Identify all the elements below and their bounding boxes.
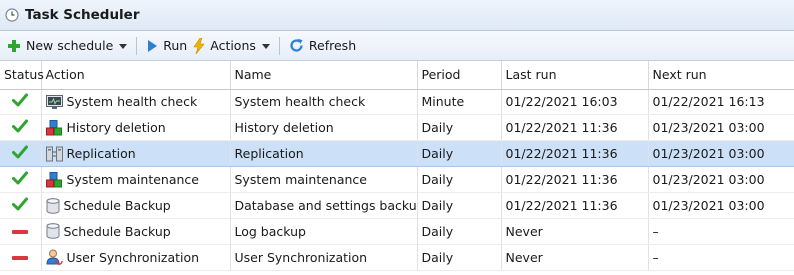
status-cell [0,140,42,168]
actions-button[interactable]: Actions [190,34,273,58]
next-run-cell: – [648,218,794,245]
action-label: System maintenance [66,172,199,188]
next-run-cell: – [648,244,794,271]
action-cell: Replication [41,140,231,168]
checkmark-icon [12,145,29,162]
checkmark-icon [12,119,29,136]
new-schedule-label: New schedule [26,38,114,53]
action-cell: System maintenance [41,166,231,194]
actions-label: Actions [210,38,256,53]
next-run-cell: 01/23/2021 03:00 [648,166,794,194]
action-cell: Schedule Backup [41,192,231,219]
status-cell [0,218,42,245]
title-bar: Task Scheduler [0,0,794,31]
action-cell: System health check [41,89,231,116]
name-cell: History deletion [230,114,418,142]
name-cell: System maintenance [230,166,418,194]
period-cell: Daily [417,244,502,271]
run-button[interactable]: Run [143,34,190,58]
period-cell: Daily [417,166,502,194]
toolbar-separator [278,36,280,55]
last-run-cell: 01/22/2021 11:36 [501,166,649,194]
table-row[interactable]: History deletion History deletion Daily 01/… [0,114,794,142]
checkmark-icon [12,171,29,188]
name-cell: User Synchronization [230,244,418,271]
period-cell: Daily [417,114,502,142]
next-run-cell: 01/23/2021 03:00 [648,192,794,219]
plus-icon [8,39,20,52]
next-run-cell: 01/22/2021 16:13 [648,89,794,116]
blocks-icon [45,119,67,136]
name-cell: Log backup [230,218,418,245]
action-label: User Synchronization [66,249,200,265]
replication-icon [45,146,67,162]
period-cell: Daily [417,192,502,219]
table-row[interactable]: User Synchronization User Synchronization… [0,244,794,271]
monitor-icon [45,94,67,109]
action-label: Schedule Backup [63,223,171,239]
last-run-cell: 01/22/2021 11:36 [501,140,649,168]
period-cell: Daily [417,140,502,168]
table-row[interactable]: System health check System health check Mi… [0,89,794,116]
status-cell [0,114,42,142]
name-cell: Replication [230,140,418,168]
status-cell [0,192,42,219]
last-run-cell: Never [501,218,649,245]
user-sync-icon [45,249,67,266]
table-header-row: Status Action Name Period Last run Next … [0,61,794,90]
checkmark-icon [12,197,29,214]
toolbar-separator [136,36,138,55]
task-table: Status Action Name Period Last run Next … [0,61,794,271]
column-header-action[interactable]: Action [41,61,231,90]
table-row[interactable]: Replication Replication Daily 01/22/2021 11… [0,140,794,168]
chevron-down-icon[interactable] [119,44,128,49]
name-cell: System health check [230,89,418,116]
period-cell: Daily [417,218,502,245]
database-icon [46,223,64,240]
lightning-icon [193,37,205,54]
next-run-cell: 01/23/2021 03:00 [648,114,794,142]
action-cell: User Synchronization [41,244,231,271]
last-run-cell: 01/22/2021 11:36 [501,114,649,142]
next-run-cell: 01/23/2021 03:00 [648,140,794,168]
status-cell [0,166,42,194]
clock-icon [5,8,19,22]
column-header-status[interactable]: Status [0,61,44,90]
action-cell: Schedule Backup [41,218,231,245]
column-header-period[interactable]: Period [417,61,502,90]
window-title: Task Scheduler [25,7,140,23]
status-cell [0,89,42,116]
action-label: Schedule Backup [63,198,171,213]
period-cell: Minute [417,89,502,116]
action-label: Replication [66,146,136,162]
status-cell [0,244,42,271]
column-header-next-run[interactable]: Next run [648,61,794,90]
blocks-icon [45,171,67,188]
last-run-cell: 01/22/2021 11:36 [501,192,649,219]
column-header-last-run[interactable]: Last run [501,61,649,90]
last-run-cell: 01/22/2021 16:03 [501,89,649,116]
name-cell: Database and settings backup [230,192,418,219]
table-row[interactable]: Schedule Backup Database and settings bac… [0,192,794,219]
chevron-down-icon[interactable] [261,44,270,49]
new-schedule-button[interactable]: New schedule [4,34,130,58]
action-label: History deletion [66,120,166,136]
table-row[interactable]: Schedule Backup Log backup Daily Never – [0,218,794,245]
column-header-name[interactable]: Name [230,61,418,90]
last-run-cell: Never [501,244,649,271]
disabled-icon [11,250,29,265]
database-icon [46,197,64,214]
action-cell: History deletion [41,114,231,142]
run-label: Run [163,38,188,53]
checkmark-icon [12,93,29,110]
toolbar: New schedule Run Actions Refresh [0,31,794,61]
disabled-icon [11,224,29,239]
refresh-button[interactable]: Refresh [286,34,359,58]
play-icon [148,39,158,52]
table-row[interactable]: System maintenance System maintenance Dail… [0,166,794,194]
refresh-icon [290,38,303,52]
action-label: System health check [66,94,198,110]
refresh-label: Refresh [308,38,357,53]
